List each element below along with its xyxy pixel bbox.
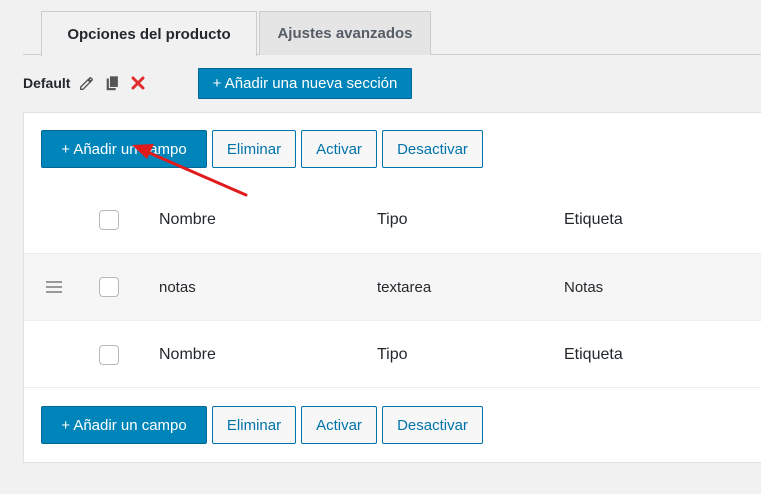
activate-button-bottom[interactable]: Activar: [301, 406, 377, 444]
pencil-icon[interactable]: [78, 74, 96, 92]
tab-advanced-settings[interactable]: Ajustes avanzados: [259, 11, 431, 55]
delete-button-bottom[interactable]: Eliminar: [212, 406, 296, 444]
column-label-footer: Etiqueta: [564, 345, 623, 363]
deactivate-button-bottom[interactable]: Desactivar: [382, 406, 483, 444]
row-checkbox[interactable]: [99, 277, 119, 297]
section-header: Default: [23, 66, 146, 100]
column-name-footer: Nombre: [159, 345, 216, 363]
select-all-checkbox-footer[interactable]: [99, 344, 119, 365]
add-field-button[interactable]: + Añadir un campo: [41, 130, 207, 168]
section-name: Default: [23, 75, 71, 91]
add-section-button[interactable]: + Añadir una nueva sección: [198, 68, 412, 99]
column-type: Tipo: [377, 211, 408, 228]
row-type: textarea: [377, 278, 432, 296]
add-field-button-bottom[interactable]: + Añadir un campo: [41, 406, 207, 444]
copy-icon[interactable]: [104, 74, 122, 92]
deactivate-button[interactable]: Desactivar: [382, 130, 483, 168]
delete-icon[interactable]: [130, 75, 146, 91]
table-footer: Nombre Tipo Etiqueta: [24, 322, 761, 388]
tab-product-options[interactable]: Opciones del producto: [41, 11, 257, 56]
select-all-checkbox[interactable]: [99, 210, 119, 230]
delete-button[interactable]: Eliminar: [212, 130, 296, 168]
table-row[interactable]: notas textarea Notas: [24, 253, 761, 321]
row-label: Notas: [564, 278, 604, 296]
drag-handle-icon[interactable]: [46, 281, 62, 293]
column-label: Etiqueta: [564, 211, 623, 228]
tab-bar: Opciones del producto Ajustes avanzados: [23, 11, 761, 56]
fields-panel: + Añadir un campo Eliminar Activar Desac…: [23, 112, 761, 463]
bottom-toolbar: + Añadir un campo Eliminar Activar Desac…: [41, 406, 488, 444]
table-header: Nombre Tipo Etiqueta: [24, 187, 761, 253]
row-name: notas: [159, 278, 196, 296]
column-name: Nombre: [159, 211, 216, 228]
column-type-footer: Tipo: [377, 345, 408, 363]
activate-button[interactable]: Activar: [301, 130, 377, 168]
top-toolbar: + Añadir un campo Eliminar Activar Desac…: [41, 130, 488, 168]
